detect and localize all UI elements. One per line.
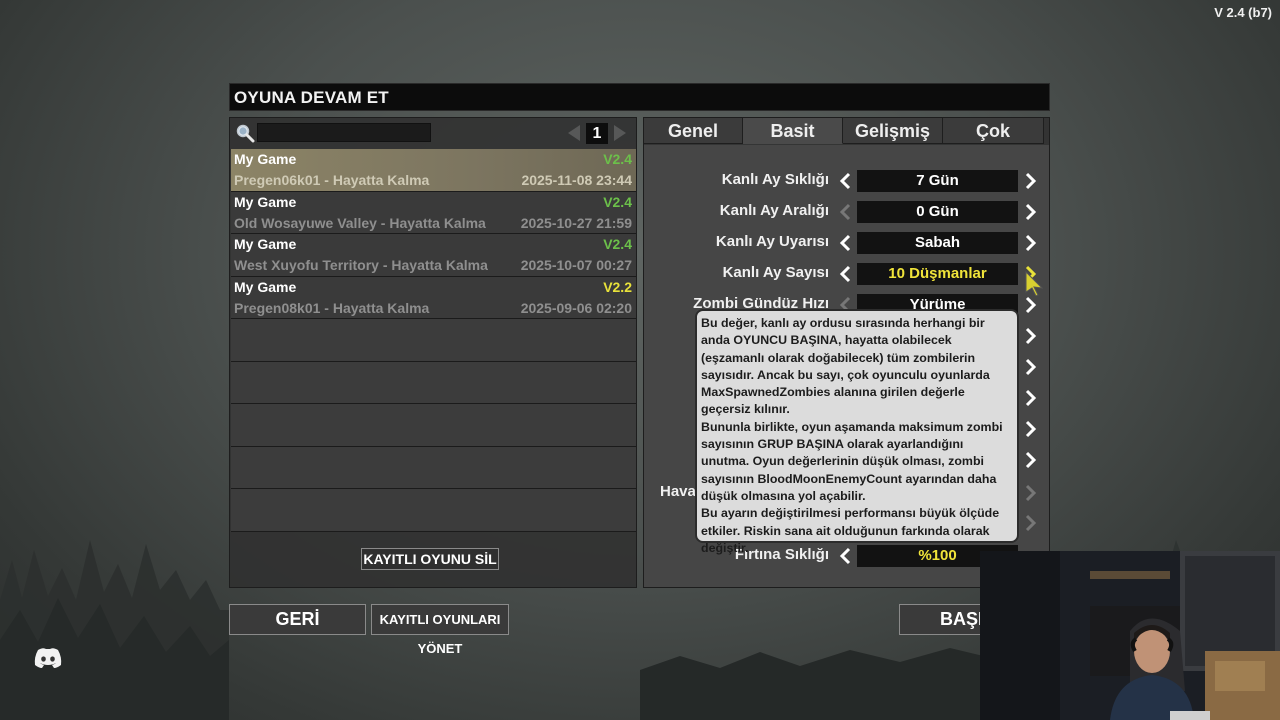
- page-number: 1: [586, 122, 608, 144]
- chevron-right-icon[interactable]: [1020, 419, 1040, 439]
- chevron-right-icon[interactable]: [1020, 295, 1040, 315]
- settings-tabs: Genel Basit Gelişmiş Çok Oyunculu: [644, 118, 1044, 167]
- setting-label: Kanlı Ay Uyarısı: [715, 233, 829, 250]
- chevron-right-icon[interactable]: [1020, 450, 1040, 470]
- manage-saves-button[interactable]: KAYITLI OYUNLARI YÖNET: [371, 604, 509, 656]
- empty-save-slot: [231, 404, 636, 447]
- save-date: 2025-10-27 21:59: [520, 214, 632, 231]
- setting-label: Hava: [660, 483, 696, 500]
- chevron-right-icon[interactable]: [1020, 388, 1040, 408]
- save-world: West Xuyofu Territory - Hayatta Kalma: [234, 257, 488, 273]
- save-row[interactable]: My Game V2.4 West Xuyofu Territory - Hay…: [231, 234, 636, 277]
- chevron-left-icon[interactable]: [836, 171, 856, 191]
- tooltip-paragraph: Bu ayarın değiştirilmesi performansı büy…: [701, 506, 1000, 555]
- setting-tooltip: Bu değer, kanlı ay ordusu sırasında herh…: [695, 309, 1019, 555]
- save-version: V2.4: [603, 236, 632, 252]
- setting-blood-moon-range: Kanlı Ay Aralığı 0 Gün: [644, 200, 1051, 224]
- setting-label: Kanlı Ay Sayısı: [722, 264, 829, 281]
- chevron-right-icon[interactable]: [1020, 483, 1040, 503]
- save-date: 2025-11-08 23:44: [521, 172, 632, 188]
- empty-save-slot: [231, 319, 636, 362]
- save-version: V2.4: [603, 151, 632, 167]
- save-name: My Game: [234, 236, 297, 252]
- page-prev-button[interactable]: [568, 125, 580, 141]
- save-world: Pregen06k01 - Hayatta Kalma: [234, 172, 430, 188]
- page-next-button[interactable]: [614, 125, 626, 141]
- empty-save-slot: [231, 489, 636, 532]
- webcam-scene: [980, 551, 1280, 720]
- save-row[interactable]: My Game V2.2 Pregen08k01 - Hayatta Kalma…: [231, 276, 636, 319]
- setting-label: Kanlı Ay Sıklığı: [721, 171, 829, 188]
- tooltip-paragraph: Bununla birlikte, oyun aşamanda maksimum…: [701, 419, 1003, 503]
- setting-value: 7 Gün: [857, 170, 1018, 192]
- chevron-left-icon[interactable]: [836, 202, 856, 222]
- save-version: V2.4: [603, 193, 632, 210]
- save-row[interactable]: My Game V2.4 Old Wosayuwe Valley - Hayat…: [231, 191, 636, 234]
- back-button[interactable]: GERİ: [229, 604, 366, 635]
- mouse-cursor-icon: [1025, 270, 1044, 296]
- empty-save-slot: [231, 446, 636, 489]
- save-row[interactable]: My Game V2.4 Pregen06k01 - Hayatta Kalma…: [231, 149, 636, 192]
- chevron-right-icon[interactable]: [1020, 171, 1040, 191]
- setting-label: Kanlı Ay Aralığı: [719, 202, 829, 219]
- setting-blood-moon-count: Kanlı Ay Sayısı 10 Düşmanlar: [644, 262, 1051, 286]
- discord-icon[interactable]: [33, 647, 63, 669]
- search-input[interactable]: [257, 123, 431, 142]
- setting-blood-moon-frequency: Kanlı Ay Sıklığı 7 Gün: [644, 169, 1051, 193]
- setting-value: 10 Düşmanlar: [857, 263, 1018, 285]
- chevron-right-icon[interactable]: [1020, 357, 1040, 377]
- save-version: V2.2: [603, 278, 632, 295]
- tab-cok-oyunculu[interactable]: Çok Oyunculu: [943, 118, 1044, 167]
- save-date: 2025-10-07 00:27: [520, 257, 632, 273]
- setting-blood-moon-warning: Kanlı Ay Uyarısı Sabah: [644, 231, 1051, 255]
- save-world: Old Wosayuwe Valley - Hayatta Kalma: [234, 214, 486, 231]
- chevron-left-icon[interactable]: [836, 233, 856, 253]
- save-name: My Game: [234, 278, 297, 295]
- chevron-left-icon[interactable]: [836, 264, 856, 284]
- search-row: 1: [232, 120, 634, 146]
- tab-gelismis[interactable]: Gelişmiş: [843, 118, 943, 144]
- setting-value: Sabah: [857, 232, 1018, 254]
- chevron-right-icon[interactable]: [1020, 326, 1040, 346]
- tab-basit[interactable]: Basit: [743, 118, 843, 144]
- chevron-right-icon[interactable]: [1020, 233, 1040, 253]
- pager: 1: [568, 122, 626, 144]
- save-list-panel: 1 My Game V2.4 Pregen06k01 - Hayatta Kal…: [229, 117, 637, 588]
- page-title: OYUNA DEVAM ET: [229, 83, 1050, 111]
- version-label: V 2.4 (b7): [1214, 5, 1272, 20]
- setting-value: 0 Gün: [857, 201, 1018, 223]
- tooltip-paragraph: Bu değer, kanlı ay ordusu sırasında herh…: [701, 316, 990, 417]
- tab-genel[interactable]: Genel: [644, 118, 743, 144]
- webcam-overlay: [980, 551, 1280, 720]
- search-icon[interactable]: [235, 123, 255, 143]
- save-list: My Game V2.4 Pregen06k01 - Hayatta Kalma…: [231, 149, 636, 532]
- chevron-right-icon[interactable]: [1020, 202, 1040, 222]
- delete-save-button[interactable]: KAYITLI OYUNU SİL: [361, 548, 499, 570]
- save-date: 2025-09-06 02:20: [520, 299, 632, 316]
- save-world: Pregen08k01 - Hayatta Kalma: [234, 299, 430, 316]
- save-name: My Game: [234, 151, 297, 167]
- empty-save-slot: [231, 361, 636, 404]
- chevron-right-icon[interactable]: [1020, 513, 1040, 533]
- save-name: My Game: [234, 193, 297, 210]
